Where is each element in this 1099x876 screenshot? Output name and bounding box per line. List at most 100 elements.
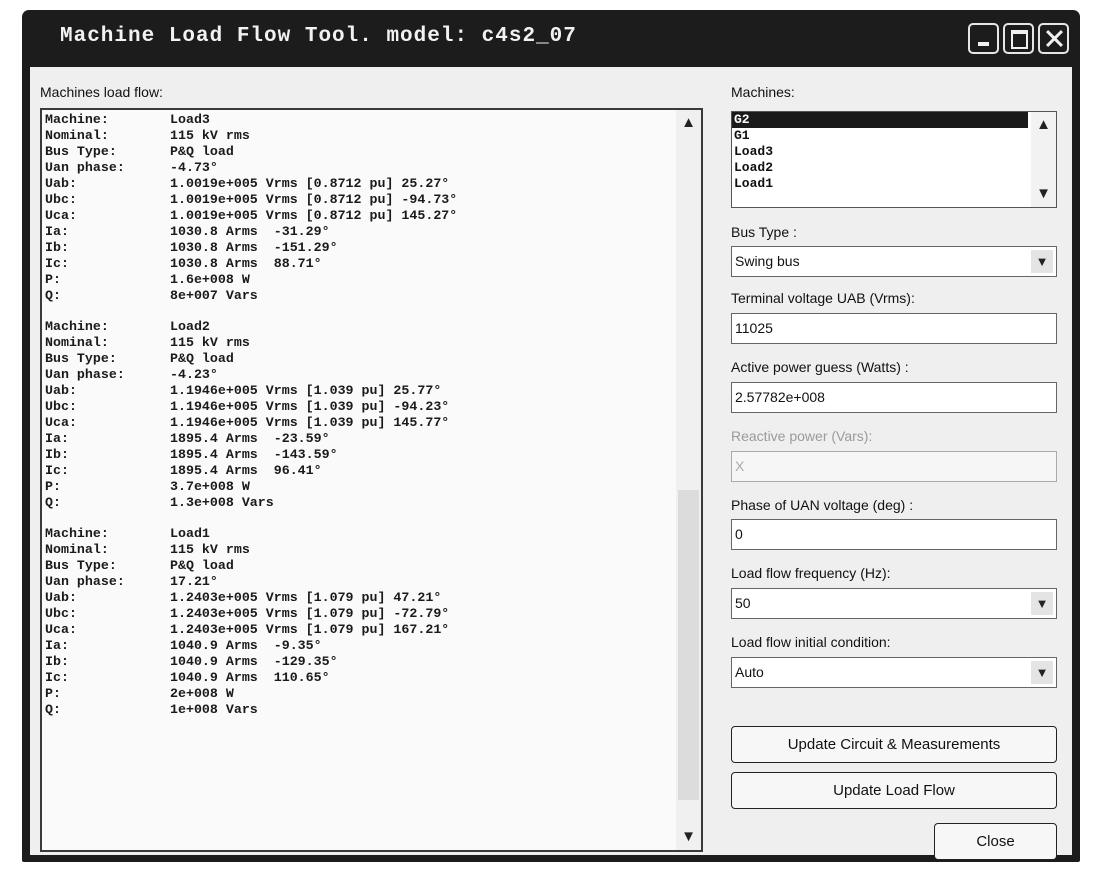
report-field-value: 1.0019e+005 Vrms [0.8712 pu] 145.27° [170, 208, 458, 223]
scroll-down-icon[interactable]: ▼ [1031, 183, 1056, 205]
frequency-label: Load flow frequency (Hz): [731, 565, 891, 581]
report-row: Q: 8e+007 Vars [45, 288, 675, 304]
frequency-select[interactable]: 50 ▼ [731, 588, 1057, 619]
report-field-value: 3.7e+008 W [170, 479, 250, 494]
report-field-value: 8e+007 Vars [170, 288, 258, 303]
update-load-flow-button[interactable]: Update Load Flow [731, 772, 1057, 809]
report-row: Uca: 1.0019e+005 Vrms [0.8712 pu] 145.27° [45, 208, 675, 224]
report-row: Ib: 1895.4 Arms -143.59° [45, 447, 675, 463]
report-field-name: Uca: [45, 622, 77, 637]
phase-uan-label: Phase of UAN voltage (deg) : [731, 497, 914, 513]
report-row: Uan phase: -4.73° [45, 160, 675, 176]
minimize-button[interactable] [968, 23, 999, 54]
report-field-value: 1.3e+008 Vars [170, 495, 274, 510]
chevron-down-icon[interactable]: ▼ [1031, 250, 1053, 273]
report-field-name: P: [45, 272, 61, 287]
report-field-name: Uab: [45, 383, 77, 398]
active-power-input[interactable]: 2.57782e+008 [731, 382, 1057, 413]
report-field-name: Ib: [45, 447, 69, 462]
report-field-name: Ic: [45, 256, 69, 271]
report-scrollbar[interactable]: ▲ ▼ [676, 110, 701, 850]
report-field-value: 2e+008 W [170, 686, 234, 701]
machine-list-item[interactable]: Load1 [732, 176, 1028, 192]
report-field-name: P: [45, 479, 61, 494]
reactive-power-label: Reactive power (Vars): [731, 428, 873, 444]
report-field-name: Q: [45, 495, 61, 510]
report-field-name: Ubc: [45, 606, 77, 621]
report-field-name: Nominal: [45, 128, 109, 143]
report-field-value: 1.0019e+005 Vrms [0.8712 pu] 25.27° [170, 176, 450, 191]
machines-label: Machines: [731, 84, 795, 100]
close-button[interactable]: Close [934, 823, 1057, 860]
report-field-name: Uca: [45, 415, 77, 430]
update-circuit-button[interactable]: Update Circuit & Measurements [731, 726, 1057, 763]
report-row: Ic: 1030.8 Arms 88.71° [45, 256, 675, 272]
machine-list-item[interactable]: G1 [732, 128, 1028, 144]
report-row: Machine: Load1 [45, 526, 675, 542]
report-row: Nominal: 115 kV rms [45, 335, 675, 351]
chevron-down-icon[interactable]: ▼ [1031, 661, 1053, 684]
report-field-name: Nominal: [45, 542, 109, 557]
frequency-value: 50 [735, 595, 751, 611]
report-row: Q: 1e+008 Vars [45, 702, 675, 718]
report-row: Nominal: 115 kV rms [45, 542, 675, 558]
phase-uan-input[interactable]: 0 [731, 519, 1057, 550]
scroll-thumb[interactable] [678, 490, 699, 800]
report-row: Bus Type: P&Q load [45, 351, 675, 367]
report-row: Ubc: 1.1946e+005 Vrms [1.039 pu] -94.23° [45, 399, 675, 415]
report-field-value: Load1 [170, 526, 210, 541]
title-bar[interactable]: Machine Load Flow Tool. model: c4s2_07 [22, 10, 1080, 67]
machine-list-item[interactable]: G2 [732, 112, 1028, 128]
report-row: Bus Type: P&Q load [45, 144, 675, 160]
report-row: Uan phase: -4.23° [45, 367, 675, 383]
load-flow-report[interactable]: Machine: Load3 Nominal: 115 kV rms Bus Type:… [40, 108, 703, 852]
report-row: Ib: 1030.8 Arms -151.29° [45, 240, 675, 256]
report-field-name: Uan phase: [45, 574, 125, 589]
close-window-button[interactable] [1038, 23, 1069, 54]
app-window: Machine Load Flow Tool. model: c4s2_07 M… [22, 10, 1080, 862]
report-row: Ia: 1040.9 Arms -9.35° [45, 638, 675, 654]
report-field-name: Uan phase: [45, 160, 125, 175]
machines-listbox[interactable]: G2 G1 Load3 Load2 Load1 ▲ ▼ [731, 111, 1057, 208]
report-row: Ia: 1030.8 Arms -31.29° [45, 224, 675, 240]
terminal-voltage-input[interactable]: 11025 [731, 313, 1057, 344]
report-field-name: Uab: [45, 590, 77, 605]
report-field-value: 1895.4 Arms -143.59° [170, 447, 338, 462]
report-row: Ib: 1040.9 Arms -129.35° [45, 654, 675, 670]
report-field-name: Ia: [45, 224, 69, 239]
report-field-value: P&Q load [170, 351, 234, 366]
report-spacer [45, 511, 675, 526]
report-field-value: 1040.9 Arms 110.65° [170, 670, 330, 685]
machines-list-scrollbar[interactable]: ▲ ▼ [1031, 112, 1056, 207]
machine-list-item[interactable]: Load2 [732, 160, 1028, 176]
scroll-up-icon[interactable]: ▲ [1031, 114, 1056, 136]
report-field-value: 1.2403e+005 Vrms [1.079 pu] 47.21° [170, 590, 442, 605]
report-field-value: 1.6e+008 W [170, 272, 250, 287]
report-field-value: -4.23° [170, 367, 218, 382]
maximize-button[interactable] [1003, 23, 1034, 54]
report-field-name: Ic: [45, 463, 69, 478]
report-row: Ia: 1895.4 Arms -23.59° [45, 431, 675, 447]
report-field-name: Q: [45, 702, 61, 717]
bus-type-select[interactable]: Swing bus ▼ [731, 246, 1057, 277]
report-field-value: -4.73° [170, 160, 218, 175]
load-flow-label: Machines load flow: [40, 84, 163, 100]
terminal-voltage-label: Terminal voltage UAB (Vrms): [731, 290, 915, 306]
report-field-value: 1.1946e+005 Vrms [1.039 pu] 145.77° [170, 415, 450, 430]
report-row: Nominal: 115 kV rms [45, 128, 675, 144]
scroll-down-icon[interactable]: ▼ [676, 826, 701, 848]
report-field-name: Ubc: [45, 399, 77, 414]
report-row: Ic: 1895.4 Arms 96.41° [45, 463, 675, 479]
report-field-name: Uan phase: [45, 367, 125, 382]
machine-list-item[interactable]: Load3 [732, 144, 1028, 160]
report-row: P: 2e+008 W [45, 686, 675, 702]
report-field-value: P&Q load [170, 558, 234, 573]
initial-condition-select[interactable]: Auto ▼ [731, 657, 1057, 688]
chevron-down-icon[interactable]: ▼ [1031, 592, 1053, 615]
client-area: Machines load flow: Machine: Load3 Nominal… [30, 67, 1072, 860]
report-row: Ubc: 1.2403e+005 Vrms [1.079 pu] -72.79° [45, 606, 675, 622]
report-field-value: 1895.4 Arms 96.41° [170, 463, 322, 478]
report-field-value: 115 kV rms [170, 542, 250, 557]
scroll-up-icon[interactable]: ▲ [676, 112, 701, 134]
report-row: Bus Type: P&Q load [45, 558, 675, 574]
